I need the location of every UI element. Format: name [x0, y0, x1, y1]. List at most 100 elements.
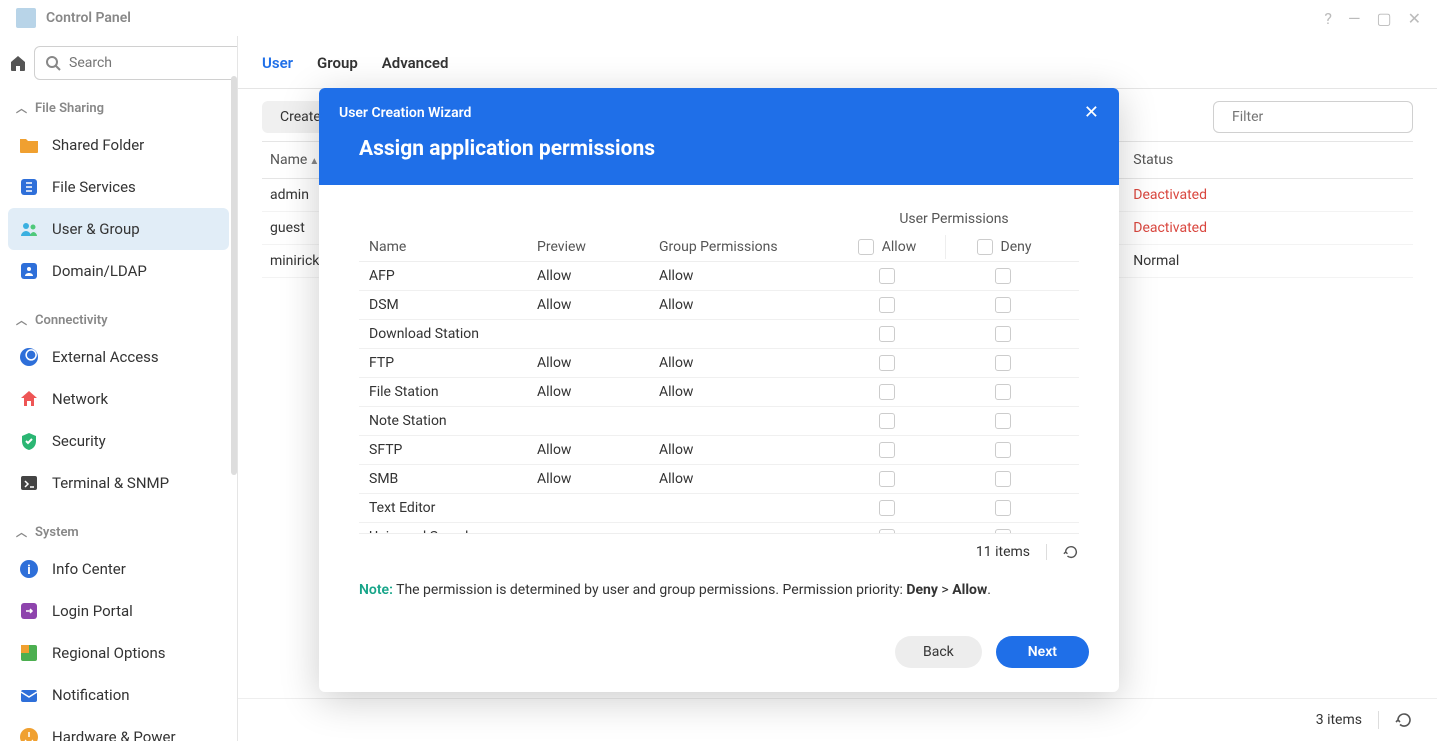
next-button[interactable]: Next: [996, 636, 1089, 668]
perm-row[interactable]: Text Editor: [359, 493, 1079, 522]
perm-group: [649, 320, 829, 348]
home-button[interactable]: [8, 44, 28, 82]
sidebar-item-security[interactable]: Security: [8, 420, 229, 462]
modal-header: User Creation Wizard ✕: [319, 88, 1119, 137]
shield-icon: [18, 430, 40, 452]
section-label: System: [35, 525, 79, 540]
search-field[interactable]: [69, 55, 238, 71]
refresh-icon[interactable]: [1395, 711, 1413, 729]
deny-checkbox[interactable]: [995, 326, 1011, 342]
folder-icon: [18, 134, 40, 156]
perm-group: Allow: [649, 436, 829, 464]
sidebar-item-domain-ldap[interactable]: Domain/LDAP: [8, 250, 229, 292]
search-input[interactable]: [34, 46, 238, 80]
file-services-icon: [18, 176, 40, 198]
deny-checkbox[interactable]: [995, 297, 1011, 313]
deny-checkbox[interactable]: [995, 355, 1011, 371]
sidebar-item-info-center[interactable]: i Info Center: [8, 548, 229, 590]
perm-name: DSM: [359, 291, 527, 319]
perm-row[interactable]: FTPAllowAllow: [359, 348, 1079, 377]
external-access-icon: [18, 346, 40, 368]
sidebar-item-regional-options[interactable]: Regional Options: [8, 632, 229, 674]
perm-name: Note Station: [359, 407, 527, 435]
deny-checkbox[interactable]: [995, 268, 1011, 284]
sidebar-item-shared-folder[interactable]: Shared Folder: [8, 124, 229, 166]
section-system[interactable]: ︿ System: [8, 516, 229, 548]
deny-checkbox[interactable]: [995, 384, 1011, 400]
close-modal-icon[interactable]: ✕: [1084, 102, 1099, 123]
deny-checkbox[interactable]: [995, 471, 1011, 487]
allow-checkbox[interactable]: [879, 471, 895, 487]
minimize-icon[interactable]: —: [1348, 9, 1361, 28]
allow-checkbox[interactable]: [879, 326, 895, 342]
perm-col-name[interactable]: Name: [359, 233, 527, 261]
section-connectivity[interactable]: ︿ Connectivity: [8, 304, 229, 336]
perm-col-preview[interactable]: Preview: [527, 233, 649, 261]
allow-checkbox[interactable]: [879, 413, 895, 429]
perm-col-deny[interactable]: Deny: [946, 233, 1062, 261]
close-icon[interactable]: ✕: [1408, 9, 1421, 28]
sidebar-label: Regional Options: [52, 644, 166, 662]
sidebar-item-file-services[interactable]: File Services: [8, 166, 229, 208]
sidebar-item-login-portal[interactable]: Login Portal: [8, 590, 229, 632]
perm-group: [649, 407, 829, 435]
back-button[interactable]: Back: [895, 636, 982, 668]
allow-checkbox[interactable]: [879, 384, 895, 400]
home-icon: [8, 53, 28, 73]
perm-group: Allow: [649, 465, 829, 493]
tab-group[interactable]: Group: [317, 54, 358, 76]
sidebar-item-user-group[interactable]: User & Group: [8, 208, 229, 250]
sidebar-label: External Access: [52, 348, 159, 366]
sidebar-item-notification[interactable]: Notification: [8, 674, 229, 716]
allow-checkbox[interactable]: [879, 500, 895, 516]
cell-status: Deactivated: [1125, 179, 1413, 212]
deny-checkbox[interactable]: [995, 413, 1011, 429]
perm-row[interactable]: DSMAllowAllow: [359, 290, 1079, 319]
main-footer: 3 items: [238, 698, 1437, 741]
sidebar-item-hardware-power[interactable]: Hardware & Power: [8, 716, 229, 741]
perm-row[interactable]: Universal Search: [359, 522, 1079, 533]
section-file-sharing[interactable]: ︿ File Sharing: [8, 92, 229, 124]
tab-advanced[interactable]: Advanced: [382, 54, 449, 76]
perm-row[interactable]: Note Station: [359, 406, 1079, 435]
sidebar-item-network[interactable]: Network: [8, 378, 229, 420]
perm-col-group[interactable]: Group Permissions: [649, 233, 829, 261]
allow-checkbox[interactable]: [879, 297, 895, 313]
allow-checkbox[interactable]: [879, 442, 895, 458]
perm-col-allow[interactable]: Allow: [829, 233, 945, 261]
deny-checkbox[interactable]: [995, 529, 1011, 533]
deny-checkbox[interactable]: [995, 442, 1011, 458]
perm-preview: Allow: [527, 262, 649, 290]
sidebar: ︿ File Sharing Shared Folder File Servic…: [0, 36, 238, 741]
permission-note: Note: The permission is determined by us…: [359, 570, 1079, 628]
perm-name: FTP: [359, 349, 527, 377]
perm-row[interactable]: AFPAllowAllow: [359, 261, 1079, 290]
login-portal-icon: [18, 600, 40, 622]
deny-checkbox[interactable]: [995, 500, 1011, 516]
perm-preview: [527, 320, 649, 348]
filter-input[interactable]: [1213, 101, 1413, 133]
maximize-icon[interactable]: ▢: [1376, 9, 1391, 28]
filter-field[interactable]: [1232, 109, 1410, 125]
perm-name: SMB: [359, 465, 527, 493]
allow-checkbox[interactable]: [879, 355, 895, 371]
allow-checkbox[interactable]: [879, 529, 895, 533]
refresh-permissions-icon[interactable]: [1063, 544, 1079, 560]
sidebar-scrollbar[interactable]: [231, 76, 237, 741]
perm-row[interactable]: File StationAllowAllow: [359, 377, 1079, 406]
tab-user[interactable]: User: [262, 54, 293, 76]
regional-icon: [18, 642, 40, 664]
sidebar-item-external-access[interactable]: External Access: [8, 336, 229, 378]
help-icon[interactable]: ?: [1324, 9, 1332, 28]
info-icon: i: [18, 558, 40, 580]
deny-all-checkbox[interactable]: [977, 239, 993, 255]
perm-row[interactable]: SMBAllowAllow: [359, 464, 1079, 493]
allow-checkbox[interactable]: [879, 268, 895, 284]
perm-row[interactable]: SFTPAllowAllow: [359, 435, 1079, 464]
sidebar-label: File Services: [52, 178, 136, 196]
allow-all-checkbox[interactable]: [858, 239, 874, 255]
sidebar-item-terminal-snmp[interactable]: Terminal & SNMP: [8, 462, 229, 504]
perm-row[interactable]: Download Station: [359, 319, 1079, 348]
section-label: File Sharing: [35, 101, 104, 116]
col-status-header[interactable]: Status: [1125, 142, 1413, 179]
